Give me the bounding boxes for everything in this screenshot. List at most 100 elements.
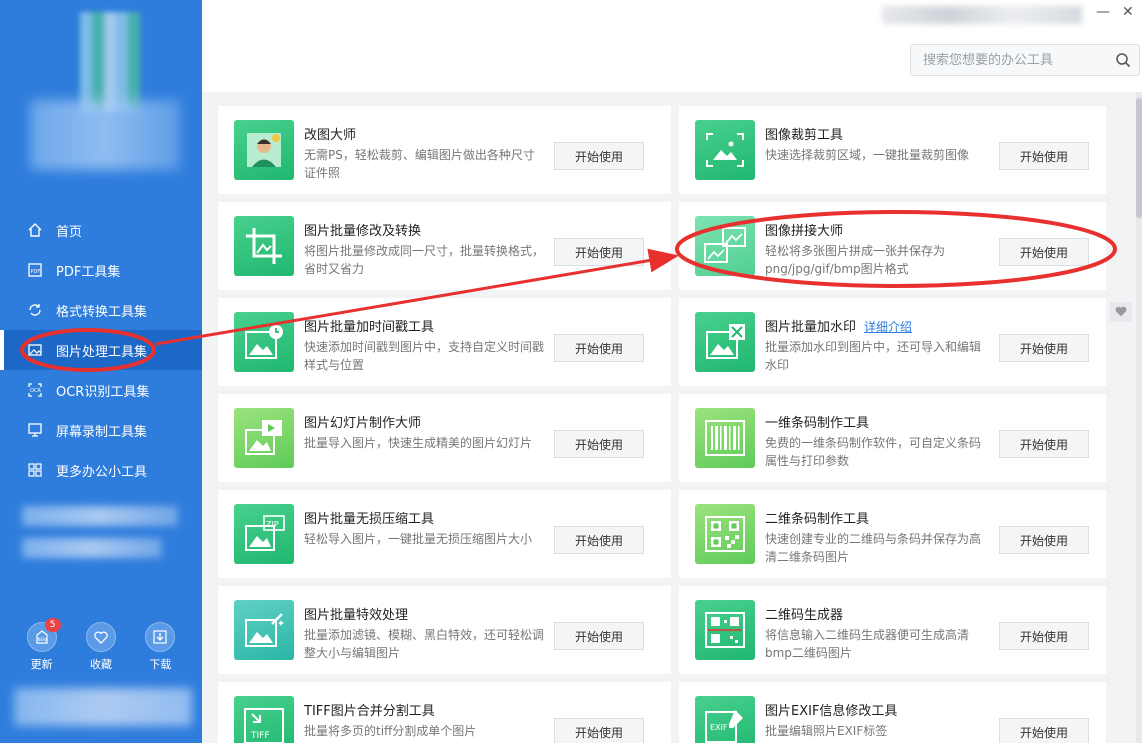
minimize-icon[interactable]: — xyxy=(1096,4,1110,20)
tool-desc: 批量添加水印到图片中，还可导入和编辑水印 xyxy=(765,340,982,372)
svg-text:NEW: NEW xyxy=(37,637,47,642)
details-link[interactable]: 详细介绍 xyxy=(864,320,912,334)
search-input[interactable] xyxy=(911,45,1107,75)
favorite-float-button[interactable] xyxy=(1110,302,1132,322)
start-button[interactable]: 开始使用 xyxy=(999,238,1089,266)
tool-desc: 快速选择裁剪区域，一键批量裁剪图像 xyxy=(765,148,970,162)
home-icon xyxy=(26,221,44,239)
svg-text:PDF: PDF xyxy=(31,269,41,275)
tool-desc: 轻松导入图片，一键批量无损压缩图片大小 xyxy=(304,532,533,546)
start-button[interactable]: 开始使用 xyxy=(999,334,1089,362)
tool-card: 图片批量加时间戳工具 快速添加时间戳到图片中，支持自定义时间戳样式与位置 开始使… xyxy=(218,298,671,386)
svg-text:ZIP: ZIP xyxy=(266,520,279,529)
start-button[interactable]: 开始使用 xyxy=(554,430,644,458)
tool-name: 改图大师 xyxy=(304,128,357,143)
portrait-icon xyxy=(234,120,294,180)
blurred-item xyxy=(22,538,162,558)
nav-label: 更多办公小工具 xyxy=(56,464,148,480)
crop-icon xyxy=(234,216,294,276)
start-button[interactable]: 开始使用 xyxy=(999,526,1089,554)
update-label: 更新 xyxy=(30,658,53,671)
tool-name: 图片批量加时间戳工具 xyxy=(304,320,435,335)
tool-name: 图像拼接大师 xyxy=(765,224,844,239)
start-button[interactable]: 开始使用 xyxy=(999,430,1089,458)
nav-label: OCR识别工具集 xyxy=(56,384,150,400)
convert-icon xyxy=(26,301,44,319)
tool-name: 图片批量无损压缩工具 xyxy=(304,512,435,527)
tool-desc: 快速添加时间戳到图片中，支持自定义时间戳样式与位置 xyxy=(304,340,545,372)
tool-card: 二维条码制作工具 快速创建专业的二维码与条码并保存为高清二维条码图片 开始使用 xyxy=(679,490,1106,578)
nav-label: 图片处理工具集 xyxy=(56,344,148,360)
tool-name: 图片EXIF信息修改工具 xyxy=(765,704,898,719)
tool-list: 改图大师 无需PS，轻松裁剪、编辑图片做出各种尺寸证件照 开始使用 图像裁剪工具… xyxy=(202,92,1136,743)
favorites-label: 收藏 xyxy=(89,658,112,671)
tool-desc: 无需PS，轻松裁剪、编辑图片做出各种尺寸证件照 xyxy=(304,148,535,180)
crop-area-icon xyxy=(695,120,755,180)
nav-label: 首页 xyxy=(56,224,83,240)
nav-item-screen-record[interactable]: 屏幕录制工具集 xyxy=(0,410,202,450)
slideshow-icon xyxy=(234,408,294,468)
qrcode-icon xyxy=(695,504,755,564)
nav-item-home[interactable]: 首页 xyxy=(0,210,202,250)
grid-icon xyxy=(26,461,44,479)
update-badge: 5 xyxy=(44,618,61,632)
start-button[interactable]: 开始使用 xyxy=(554,142,644,170)
tool-card: EXIF 图片EXIF信息修改工具 批量编辑照片EXIF标签 开始使用 xyxy=(679,682,1106,743)
tool-name: 二维码生成器 xyxy=(765,608,844,623)
scrollbar-thumb[interactable] xyxy=(1136,98,1142,218)
nav-item-convert[interactable]: 格式转换工具集 xyxy=(0,290,202,330)
tiff-icon: TIFF xyxy=(234,696,294,743)
tool-desc: 免费的一维条码制作软件，可自定义条码属性与打印参数 xyxy=(765,436,982,468)
start-button[interactable]: 开始使用 xyxy=(554,526,644,554)
svg-text:EXIF: EXIF xyxy=(710,723,728,732)
download-button[interactable]: 下载 xyxy=(145,622,176,672)
blurred-footer xyxy=(14,688,192,726)
nav-item-pdf[interactable]: PDF PDF工具集 xyxy=(0,250,202,290)
tool-card: 图片幻灯片制作大师 批量导入图片，快速生成精美的图片幻灯片 开始使用 xyxy=(218,394,671,482)
nav-list: 首页 PDF PDF工具集 格式转换工具集 图片处理工具集 OCR OCR识别工… xyxy=(0,210,202,490)
tool-desc: 批量编辑照片EXIF标签 xyxy=(765,724,888,738)
start-button[interactable]: 开始使用 xyxy=(554,718,644,743)
exif-icon: EXIF xyxy=(695,696,755,743)
tool-card: 图片批量加水印 详细介绍 批量添加水印到图片中，还可导入和编辑水印 开始使用 xyxy=(679,298,1106,386)
tool-desc: 批量导入图片，快速生成精美的图片幻灯片 xyxy=(304,436,533,450)
nav-label: PDF工具集 xyxy=(56,264,121,280)
download-icon xyxy=(145,622,176,652)
start-button[interactable]: 开始使用 xyxy=(554,622,644,650)
tool-desc: 将图片批量修改成同一尺寸，批量转换格式，省时又省力 xyxy=(304,244,545,276)
tool-name: 图片批量特效处理 xyxy=(304,608,409,623)
timestamp-icon xyxy=(234,312,294,372)
tool-card: ZIP 图片批量无损压缩工具 轻松导入图片，一键批量无损压缩图片大小 开始使用 xyxy=(218,490,671,578)
start-button[interactable]: 开始使用 xyxy=(999,718,1089,743)
nav-item-ocr[interactable]: OCR OCR识别工具集 xyxy=(0,370,202,410)
tool-name: 图片幻灯片制作大师 xyxy=(304,416,422,431)
tool-card: 二维码生成器 将信息输入二维码生成器便可生成高清bmp二维码图片 开始使用 xyxy=(679,586,1106,674)
avatar[interactable] xyxy=(80,12,140,112)
search-box xyxy=(910,44,1140,76)
search-icon[interactable] xyxy=(1107,52,1139,68)
svg-text:TIFF: TIFF xyxy=(250,731,270,741)
update-button[interactable]: NEW 5 更新 xyxy=(26,618,61,672)
zip-icon: ZIP xyxy=(234,504,294,564)
nav-label: 格式转换工具集 xyxy=(56,304,148,320)
nav-item-more[interactable]: 更多办公小工具 xyxy=(0,450,202,490)
start-button[interactable]: 开始使用 xyxy=(999,622,1089,650)
tool-name: 图片批量修改及转换 xyxy=(304,224,422,239)
start-button[interactable]: 开始使用 xyxy=(554,238,644,266)
close-icon[interactable]: ✕ xyxy=(1122,4,1134,20)
nav-item-image[interactable]: 图片处理工具集 xyxy=(0,330,202,370)
scrollbar[interactable] xyxy=(1136,92,1142,743)
tool-desc: 将信息输入二维码生成器便可生成高清bmp二维码图片 xyxy=(765,628,970,660)
image-icon xyxy=(26,341,44,359)
favorites-button[interactable]: 收藏 xyxy=(85,622,116,672)
tool-desc: 快速创建专业的二维码与条码并保存为高清二维条码图片 xyxy=(765,532,982,564)
tool-name: 二维条码制作工具 xyxy=(765,512,870,527)
download-label: 下载 xyxy=(149,658,172,671)
start-button[interactable]: 开始使用 xyxy=(554,334,644,362)
tool-card: 图像拼接大师 轻松将多张图片拼成一张并保存为png/jpg/gif/bmp图片格… xyxy=(679,202,1106,290)
start-button[interactable]: 开始使用 xyxy=(999,142,1089,170)
heart-icon xyxy=(85,622,116,652)
tool-card: 图片批量修改及转换 将图片批量修改成同一尺寸，批量转换格式，省时又省力 开始使用 xyxy=(218,202,671,290)
heart-icon xyxy=(1114,303,1128,322)
tool-name: 图像裁剪工具 xyxy=(765,128,844,143)
